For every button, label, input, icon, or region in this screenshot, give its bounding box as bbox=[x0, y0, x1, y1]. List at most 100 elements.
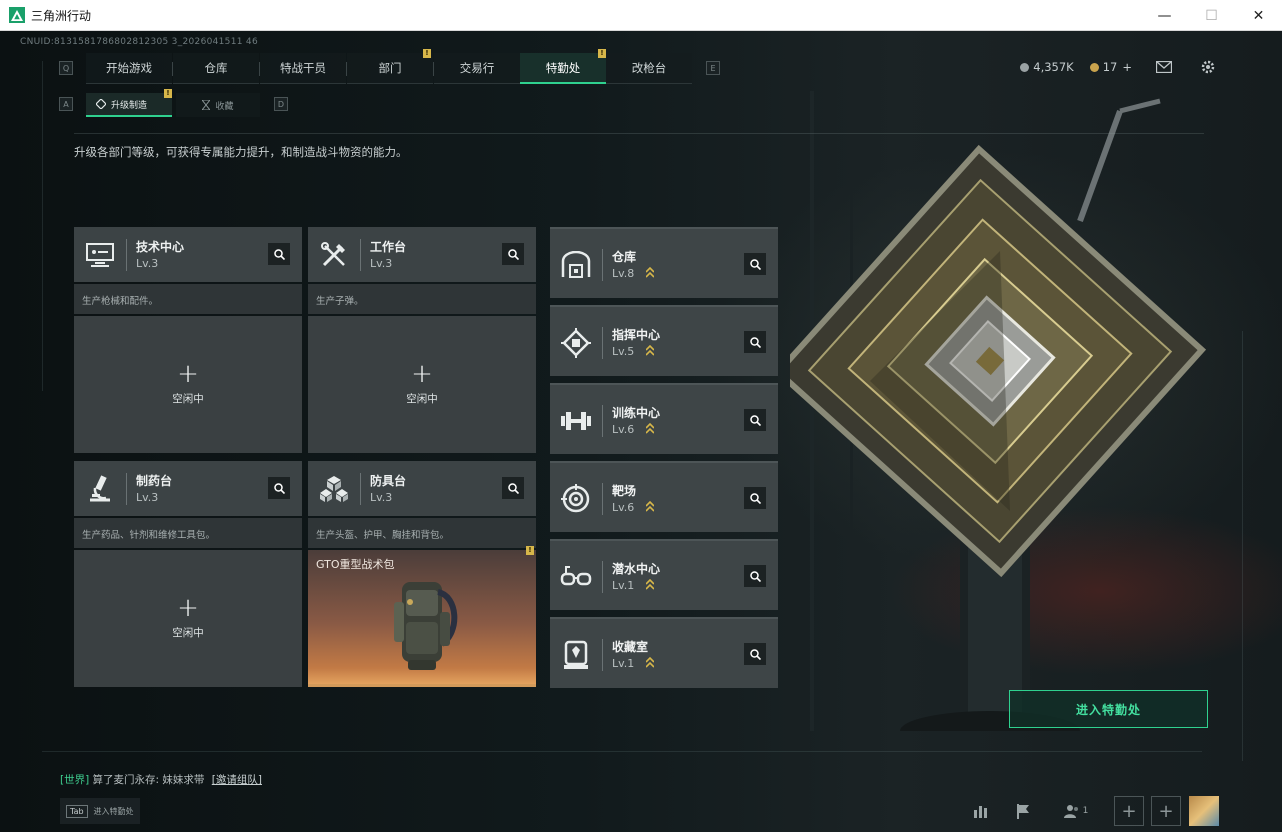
tab-departments[interactable]: 部门 ! bbox=[347, 49, 433, 84]
workshop-description: 生产子弹。 bbox=[308, 284, 536, 314]
search-icon[interactable] bbox=[268, 243, 290, 265]
computer-icon bbox=[74, 227, 126, 282]
facility-row-training-center[interactable]: 训练中心 Lv.6 bbox=[550, 383, 778, 454]
coin-icon bbox=[1020, 62, 1030, 72]
invite-team-link[interactable]: [邀请组队] bbox=[212, 774, 262, 786]
maximize-button[interactable]: ☐ bbox=[1188, 0, 1235, 31]
subtab-upgrade-manufacture[interactable]: 升级制造 ! bbox=[86, 89, 172, 117]
currency-bar: 4,357K 17 + bbox=[1020, 57, 1282, 77]
search-icon[interactable] bbox=[744, 565, 766, 587]
subtab-collection[interactable]: 收藏 bbox=[176, 93, 260, 117]
workshop-card-pharmacy[interactable]: 制药台 Lv.3 生产药品、针剂和维修工具包。 + 空闲中 bbox=[74, 461, 302, 687]
workshop-card-armor-bench[interactable]: 防具台 Lv.3 生产头盔、护甲、胸挂和背包。 GTO重型战术包 ! bbox=[308, 461, 536, 687]
upgrade-available-icon bbox=[646, 345, 654, 356]
window-title: 三角洲行动 bbox=[31, 8, 92, 23]
upgrade-available-icon bbox=[646, 579, 654, 590]
search-icon[interactable] bbox=[744, 409, 766, 431]
game-viewport: CNUID:8131581786802812305 3_2026041511 4… bbox=[0, 31, 1282, 832]
facility-name: 靶场 bbox=[612, 484, 637, 498]
tab-hint-label: 进入特勤处 bbox=[93, 806, 134, 816]
search-icon[interactable] bbox=[744, 331, 766, 353]
produced-item-name: GTO重型战术包 bbox=[316, 558, 395, 571]
workshop-level: Lv.3 bbox=[370, 257, 393, 270]
facility-name: 仓库 bbox=[612, 250, 637, 264]
friends-icon[interactable]: 1 bbox=[1058, 796, 1094, 826]
tab-trading[interactable]: 交易行 bbox=[434, 53, 520, 84]
user-id: CNUID:8131581786802812305 3_2026041511 4… bbox=[20, 37, 258, 47]
facility-name: 训练中心 bbox=[612, 406, 661, 420]
tab-shortcut-hint[interactable]: Tab 进入特勤处 bbox=[60, 798, 140, 824]
add-teammate-button[interactable]: + bbox=[1114, 796, 1144, 826]
facility-row-collection-room[interactable]: 收藏室 Lv.1 bbox=[550, 617, 778, 688]
nav-next-key[interactable]: E bbox=[706, 61, 720, 75]
workshop-level: Lv.3 bbox=[370, 491, 393, 504]
friends-count: 1 bbox=[1082, 806, 1089, 816]
page-description: 升级各部门等级，可获得专属能力提升，和制造战斗物资的能力。 bbox=[74, 145, 408, 159]
diving-mask-icon bbox=[550, 549, 602, 604]
flag-icon[interactable] bbox=[1008, 796, 1038, 826]
facility-level: Lv.1 bbox=[612, 657, 635, 670]
workshop-description: 生产头盔、护甲、胸挂和背包。 bbox=[308, 518, 536, 548]
workshop-card-tech-center[interactable]: 技术中心 Lv.3 生产枪械和配件。 + 空闲中 bbox=[74, 227, 302, 453]
hourglass-icon bbox=[202, 100, 211, 110]
notification-badge: ! bbox=[423, 49, 431, 58]
enter-special-ops-button[interactable]: 进入特勤处 bbox=[1009, 690, 1208, 728]
production-slot-idle[interactable]: + 空闲中 bbox=[74, 316, 302, 453]
settings-gear-icon[interactable] bbox=[1200, 59, 1216, 75]
idle-status: 空闲中 bbox=[172, 627, 204, 639]
subtab-prev-key[interactable]: A bbox=[59, 97, 73, 111]
facility-row-shooting-range[interactable]: 靶场 Lv.6 bbox=[550, 461, 778, 532]
search-icon[interactable] bbox=[502, 477, 524, 499]
tab-special-ops[interactable]: 特勤处 ! bbox=[520, 49, 606, 84]
facility-level: Lv.5 bbox=[612, 345, 635, 358]
notification-badge: ! bbox=[526, 546, 534, 555]
facility-row-diving-center[interactable]: 潜水中心 Lv.1 bbox=[550, 539, 778, 610]
tab-warehouse[interactable]: 仓库 bbox=[173, 53, 259, 84]
search-icon[interactable] bbox=[502, 243, 524, 265]
idle-status: 空闲中 bbox=[172, 393, 204, 405]
facility-name: 收藏室 bbox=[612, 640, 649, 654]
upgrade-available-icon bbox=[646, 501, 654, 512]
notification-badge: ! bbox=[164, 89, 172, 98]
facility-row-warehouse[interactable]: 仓库 Lv.8 bbox=[550, 227, 778, 298]
workshop-card-workbench[interactable]: 工作台 Lv.3 生产子弹。 + 空闲中 bbox=[308, 227, 536, 453]
facility-row-command-center[interactable]: 指挥中心 Lv.5 bbox=[550, 305, 778, 376]
add-teammate-button[interactable]: + bbox=[1151, 796, 1181, 826]
plus-icon: + bbox=[177, 359, 199, 389]
mail-icon[interactable] bbox=[1156, 61, 1172, 73]
upgrade-available-icon bbox=[646, 657, 654, 668]
chip-icon bbox=[550, 315, 602, 370]
production-slot-item[interactable]: GTO重型战术包 ! bbox=[308, 546, 536, 687]
chat-line: [世界] 算了麦门永存: 妹妹求带 [邀请组队] bbox=[60, 772, 262, 787]
add-coupon-button[interactable]: + bbox=[1122, 60, 1132, 74]
facility-name: 潜水中心 bbox=[612, 562, 661, 576]
special-ops-cube-illustration bbox=[790, 91, 1207, 731]
tab-gunsmith[interactable]: 改枪台 bbox=[606, 53, 692, 84]
target-icon bbox=[550, 471, 602, 526]
production-slot-idle[interactable]: + 空闲中 bbox=[74, 550, 302, 687]
search-icon[interactable] bbox=[268, 477, 290, 499]
chat-channel[interactable]: [世界] bbox=[60, 774, 89, 786]
coupon-amount: 17 bbox=[1102, 60, 1118, 74]
avatar[interactable] bbox=[1189, 796, 1219, 826]
production-slot-idle[interactable]: + 空闲中 bbox=[308, 316, 536, 453]
main-nav: 开始游戏 仓库 特战干员 部门 ! 交易行 特勤处 ! 改枪台 bbox=[86, 49, 692, 84]
search-icon[interactable] bbox=[744, 253, 766, 275]
nav-prev-key[interactable]: Q bbox=[59, 61, 73, 75]
tab-start-game[interactable]: 开始游戏 bbox=[86, 53, 172, 84]
close-button[interactable]: ✕ bbox=[1235, 0, 1282, 31]
upgrade-available-icon bbox=[646, 267, 654, 278]
stats-chart-icon[interactable] bbox=[966, 796, 996, 826]
microscope-icon bbox=[74, 461, 126, 516]
idle-status: 空闲中 bbox=[406, 393, 438, 405]
search-icon[interactable] bbox=[744, 643, 766, 665]
facility-level: Lv.6 bbox=[612, 423, 635, 436]
window-titlebar: 三角洲行动 — ☐ ✕ bbox=[0, 0, 1282, 31]
tab-operators[interactable]: 特战干员 bbox=[260, 53, 346, 84]
upgrade-available-icon bbox=[646, 423, 654, 434]
minimize-button[interactable]: — bbox=[1141, 0, 1188, 31]
workshop-description: 生产药品、针剂和维修工具包。 bbox=[74, 518, 302, 548]
subtab-next-key[interactable]: D bbox=[274, 97, 288, 111]
search-icon[interactable] bbox=[744, 487, 766, 509]
warehouse-icon bbox=[550, 237, 602, 292]
